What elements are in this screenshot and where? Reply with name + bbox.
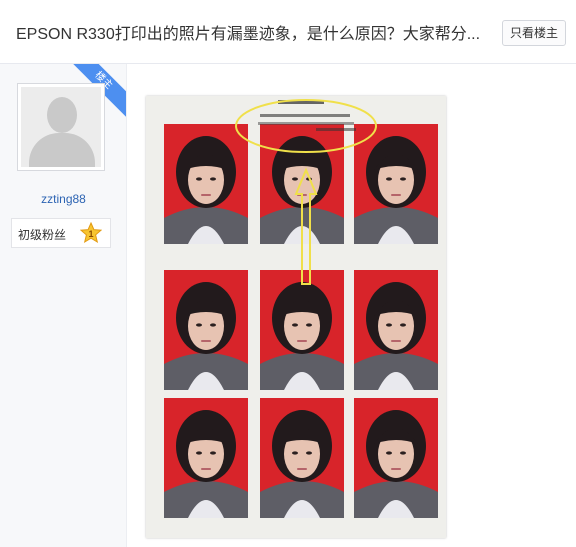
thread-header: EPSON R330打印出的照片有漏墨迹象，是什么原因？大家帮分... 只看楼主 — [0, 0, 576, 64]
avatar[interactable] — [17, 83, 105, 171]
portrait-photo — [164, 270, 248, 390]
photo-sheet-image — [146, 96, 446, 538]
thread-title: EPSON R330打印出的照片有漏墨迹象，是什么原因？大家帮分... — [16, 26, 481, 43]
portrait-photo — [260, 398, 344, 518]
level-name: 初级粉丝 — [18, 228, 67, 242]
portrait-photo — [354, 398, 438, 518]
level-number: 1 — [88, 229, 93, 239]
author-sidebar: 楼主 zzting88 初级粉丝 1 — [0, 64, 127, 547]
username-link[interactable]: zzting88 — [0, 192, 126, 206]
level-badge[interactable]: 初级粉丝 1 — [11, 218, 111, 248]
level-star-icon: 1 — [80, 222, 102, 244]
post-image[interactable] — [146, 96, 446, 538]
portrait-photo — [164, 398, 248, 518]
portrait-photo — [354, 270, 438, 390]
portrait-photo — [260, 270, 344, 390]
portrait-photo — [354, 124, 438, 244]
default-avatar-icon — [21, 87, 101, 167]
only-op-button[interactable]: 只看楼主 — [502, 20, 566, 46]
portrait-photo — [164, 124, 248, 244]
